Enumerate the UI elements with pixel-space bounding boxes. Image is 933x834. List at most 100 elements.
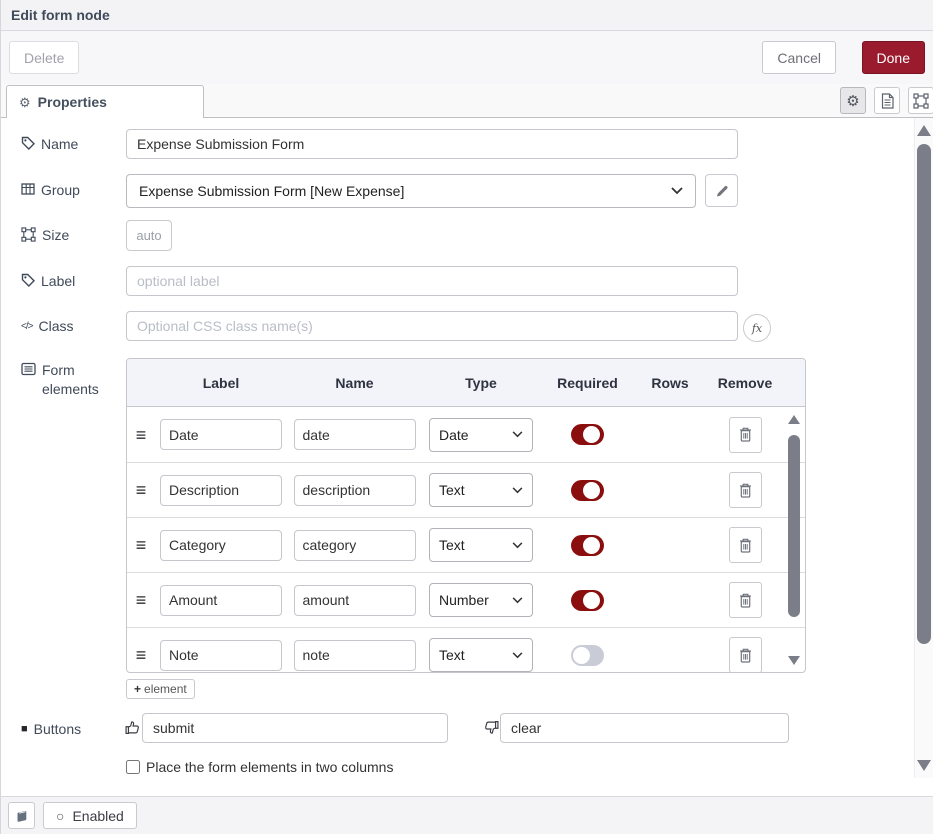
scroll-down-arrow[interactable] (917, 760, 931, 771)
size-label: Size (21, 226, 116, 245)
tab-bar: ⚙ Properties ⚙ (1, 84, 933, 118)
group-select[interactable]: Expense Submission Form [New Expense] (126, 174, 696, 208)
tab-properties[interactable]: ⚙ Properties (6, 85, 204, 118)
table-row: ≡ Text (127, 462, 805, 517)
dialog-header: Edit form node (1, 0, 933, 31)
appearance-icon-button[interactable] (908, 87, 933, 114)
plus-icon: + (134, 682, 141, 696)
add-element-button[interactable]: + element (126, 679, 195, 699)
trash-icon (739, 483, 752, 498)
form-elements-table: Label Name Type Required Rows Remove ≡ D… (126, 358, 806, 673)
element-type-select[interactable]: Number (429, 583, 533, 617)
scrollbar-thumb[interactable] (788, 435, 800, 617)
group-label: Group (21, 181, 116, 200)
required-toggle[interactable] (571, 424, 604, 445)
required-toggle[interactable] (571, 590, 604, 611)
element-name-input[interactable] (294, 585, 416, 616)
scroll-up-arrow[interactable] (788, 415, 800, 424)
table-icon (21, 182, 35, 196)
done-button[interactable]: Done (862, 41, 925, 74)
gear-icon: ⚙ (846, 92, 859, 110)
thumbs-up-icon (125, 720, 140, 735)
column-header-label: Label (155, 375, 287, 391)
chevron-down-icon (512, 542, 523, 549)
element-label-input[interactable] (160, 475, 282, 506)
remove-element-button[interactable] (729, 417, 762, 453)
gear-icon: ⚙ (19, 96, 31, 109)
enabled-toggle-button[interactable]: ○ Enabled (43, 802, 137, 829)
element-name-input[interactable] (294, 419, 416, 450)
expression-fx-button[interactable]: fx (743, 314, 771, 342)
cancel-button[interactable]: Cancel (762, 41, 836, 74)
required-toggle[interactable] (571, 480, 604, 501)
description-icon-button[interactable] (874, 87, 900, 114)
form-elements-rows: ≡ Date (127, 407, 805, 673)
edit-form-node-dialog: Edit form node Delete Cancel Done ⚙ Prop… (0, 0, 933, 834)
toggle-knob (583, 426, 600, 443)
element-label-input[interactable] (160, 530, 282, 561)
element-type-select[interactable]: Text (429, 528, 533, 562)
table-row: ≡ Text (127, 627, 805, 673)
element-label-input[interactable] (160, 640, 282, 671)
form-elements-table-header: Label Name Type Required Rows Remove (127, 359, 805, 407)
drag-handle-icon[interactable]: ≡ (136, 646, 147, 664)
element-label-input[interactable] (160, 585, 282, 616)
scrollbar-thumb[interactable] (917, 144, 931, 644)
element-name-input[interactable] (294, 640, 416, 671)
remove-element-button[interactable] (729, 637, 762, 673)
buttons-label: ■ Buttons (21, 720, 116, 739)
label-input[interactable] (126, 266, 738, 296)
toggle-knob (583, 482, 600, 499)
element-type-select[interactable]: Date (429, 418, 533, 452)
remove-element-button[interactable] (729, 527, 762, 563)
scroll-up-arrow[interactable] (917, 125, 931, 136)
enabled-label: Enabled (72, 808, 123, 824)
tag-icon (21, 136, 35, 150)
submit-button-label-input[interactable] (142, 713, 448, 743)
name-input[interactable] (126, 129, 738, 159)
remove-element-button[interactable] (729, 472, 762, 508)
class-label: </> Class (21, 317, 116, 336)
chevron-down-icon (512, 487, 523, 494)
required-toggle[interactable] (571, 645, 604, 666)
drag-handle-icon[interactable]: ≡ (136, 536, 147, 554)
element-type-select[interactable]: Text (429, 638, 533, 672)
object-group-icon (913, 93, 929, 109)
name-label: Name (21, 135, 116, 154)
dialog-footer: ○ Enabled (1, 796, 933, 834)
clear-button-label-input[interactable] (500, 713, 789, 743)
column-header-remove: Remove (705, 375, 785, 391)
remove-element-button[interactable] (729, 582, 762, 618)
table-scrollbar (787, 413, 801, 667)
drag-handle-icon[interactable]: ≡ (136, 591, 147, 609)
trash-icon (739, 593, 752, 608)
trash-icon (739, 427, 752, 442)
chevron-down-icon (512, 597, 523, 604)
size-auto-button[interactable]: auto (126, 220, 172, 251)
drag-handle-icon[interactable]: ≡ (136, 481, 147, 499)
toggle-knob (583, 537, 600, 554)
label-label: Label (21, 272, 116, 291)
trash-icon (739, 648, 752, 663)
delete-button[interactable]: Delete (9, 41, 79, 74)
column-header-rows: Rows (635, 375, 705, 391)
two-columns-checkbox[interactable] (126, 760, 140, 774)
element-label-input[interactable] (160, 419, 282, 450)
document-icon (881, 93, 894, 109)
node-help-button[interactable] (8, 802, 35, 829)
element-type-select[interactable]: Text (429, 473, 533, 507)
drag-handle-icon[interactable]: ≡ (136, 426, 147, 444)
element-name-input[interactable] (294, 530, 416, 561)
toggle-knob (573, 647, 590, 664)
edit-group-button[interactable] (705, 174, 738, 207)
class-input[interactable] (126, 311, 738, 341)
scroll-down-arrow[interactable] (788, 656, 800, 665)
tab-properties-label: Properties (38, 94, 107, 110)
properties-icon-button[interactable]: ⚙ (840, 87, 866, 114)
required-toggle[interactable] (571, 535, 604, 556)
element-name-input[interactable] (294, 475, 416, 506)
group-select-value: Expense Submission Form [New Expense] (139, 183, 404, 199)
table-row: ≡ Text (127, 517, 805, 572)
code-icon: </> (21, 320, 32, 334)
form-elements-label: Form elements (21, 361, 116, 399)
